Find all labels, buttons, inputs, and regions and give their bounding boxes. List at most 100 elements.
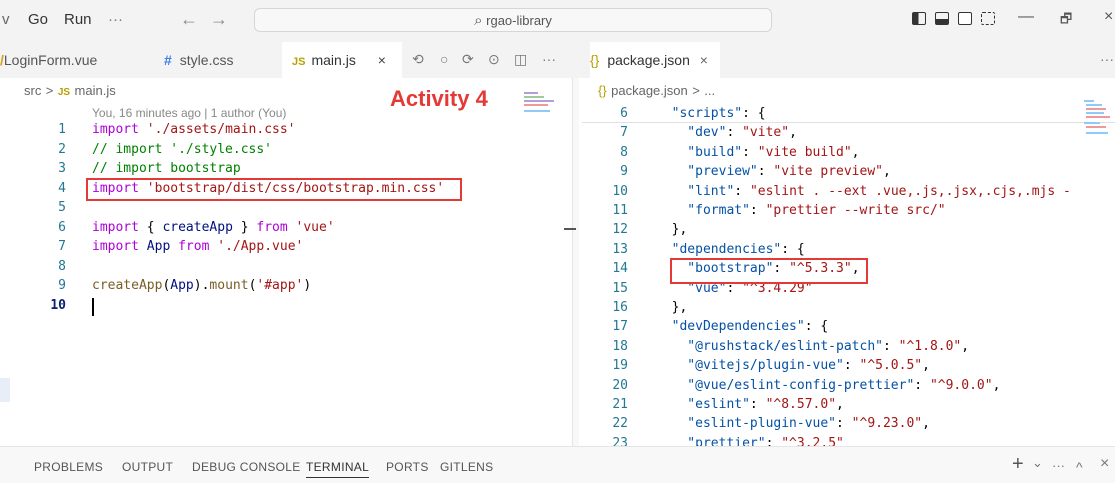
code-token: "devDependencies" xyxy=(656,319,805,335)
menu-go[interactable]: Go xyxy=(28,11,48,28)
restore-icon[interactable]: 🗗 xyxy=(1060,10,1072,32)
tab-problems[interactable]: PROBLEMS xyxy=(34,460,103,474)
customize-layout-icon[interactable] xyxy=(981,12,995,25)
code-token: "eslint" xyxy=(656,397,750,412)
tab-ports[interactable]: PORTS xyxy=(386,460,429,474)
code-token: , xyxy=(922,416,930,432)
code-line[interactable]: import './assets/main.css' xyxy=(92,122,296,137)
command-center-search[interactable]: ⌕ rgao-library xyxy=(254,8,772,32)
line-number: 15 xyxy=(612,280,628,296)
line-number: 20 xyxy=(612,377,628,393)
line-number: 11 xyxy=(612,203,628,218)
minimize-icon[interactable]: — xyxy=(1018,8,1034,26)
line-number: 8 xyxy=(620,144,628,160)
line-number: 8 xyxy=(58,258,66,274)
code-token: : xyxy=(734,183,750,199)
go-forward-icon[interactable]: ⟳ xyxy=(462,51,474,68)
code-token: "^5.0.5" xyxy=(859,358,923,374)
code-line[interactable]: "build": "vite build", xyxy=(656,144,860,160)
code-line[interactable]: "@vitejs/plugin-vue": "^5.0.5", xyxy=(656,358,930,373)
code-line[interactable]: "@rushstack/eslint-patch": "^1.8.0", xyxy=(656,339,969,354)
line-number: 4 xyxy=(58,180,66,196)
code-line[interactable]: "preview": "vite preview", xyxy=(656,164,891,179)
code-token: , xyxy=(836,397,844,412)
code-token: // import bootstrap xyxy=(92,161,241,176)
timeline-icon[interactable]: ⊙ xyxy=(488,51,500,68)
code-line[interactable]: "@vue/eslint-config-prettier": "^9.0.0", xyxy=(656,378,1000,393)
split-editor-icon[interactable]: ◫ xyxy=(514,51,527,68)
code-token: "@rushstack/eslint-patch" xyxy=(656,338,883,354)
tab-style-css[interactable]: # style.css xyxy=(164,42,284,78)
tab-label: style.css xyxy=(179,52,234,68)
editor-splitter[interactable] xyxy=(572,78,579,446)
close-tab-icon[interactable]: × xyxy=(700,52,708,68)
breadcrumb-file[interactable]: main.js xyxy=(75,83,116,98)
code-line[interactable]: import { createApp } from 'vue' xyxy=(92,220,335,235)
sash-indicator[interactable] xyxy=(564,228,576,230)
toggle-panel-icon[interactable] xyxy=(935,12,949,25)
line-number: 6 xyxy=(58,219,66,235)
code-line[interactable]: }, xyxy=(656,222,688,237)
line-number: 19 xyxy=(612,358,628,374)
code-token: , xyxy=(851,144,860,160)
codelens-blame[interactable]: You, 16 minutes ago | 1 author (You) xyxy=(92,106,286,120)
close-panel-icon[interactable]: × xyxy=(1100,455,1109,473)
highlight-box-bootstrap-dependency xyxy=(670,258,868,284)
forward-arrow-icon[interactable]: → xyxy=(210,9,228,30)
back-arrow-icon[interactable]: ← xyxy=(180,9,198,30)
close-window-icon[interactable]: × xyxy=(1104,8,1113,26)
tab-package-json[interactable]: {} package.json × xyxy=(590,42,720,78)
close-tab-icon[interactable]: × xyxy=(378,52,386,68)
code-token: "vite" xyxy=(742,125,790,141)
minimap-right[interactable] xyxy=(1080,100,1110,144)
code-line[interactable]: "dev": "vite", xyxy=(656,125,797,140)
tab-debug-console[interactable]: DEBUG CONSOLE xyxy=(192,460,301,474)
code-line[interactable]: }, xyxy=(656,300,688,315)
breadcrumb-file[interactable]: package.json xyxy=(611,83,688,98)
tab-output[interactable]: OUTPUT xyxy=(122,460,173,474)
menu-run[interactable]: Run xyxy=(64,11,92,28)
code-line[interactable]: "lint": "eslint . --ext .vue,.js,.jsx,.c… xyxy=(656,184,1071,199)
tab-gitlens[interactable]: GITLENS xyxy=(440,460,493,474)
tab-loginform[interactable]: /LoginForm.vue xyxy=(0,42,150,78)
code-line[interactable]: // import bootstrap xyxy=(92,161,241,176)
code-token: : xyxy=(882,338,899,354)
menu-view-partial[interactable]: v xyxy=(2,11,10,28)
maximize-panel-icon[interactable]: ^ xyxy=(1076,459,1083,475)
tab-main-js[interactable]: JS main.js × xyxy=(282,42,402,78)
code-line[interactable]: "eslint-plugin-vue": "^9.23.0", xyxy=(656,416,930,431)
code-line[interactable]: "devDependencies": { xyxy=(656,319,829,335)
toggle-primary-sidebar-icon[interactable] xyxy=(912,12,926,25)
code-token: "preview" xyxy=(656,164,758,180)
code-line[interactable]: import App from './App.vue' xyxy=(92,239,303,254)
new-terminal-icon[interactable]: + xyxy=(1012,453,1024,476)
activity-annotation: Activity 4 xyxy=(390,86,488,111)
code-line[interactable]: // import './style.css' xyxy=(92,142,272,157)
code-line[interactable]: "dependencies": { xyxy=(656,242,805,257)
code-token: , xyxy=(961,338,970,354)
line-number: 6 xyxy=(620,106,628,121)
breadcrumb-more[interactable]: ... xyxy=(704,83,715,98)
code-token: : { xyxy=(804,319,829,335)
go-back-icon[interactable]: ⟲ xyxy=(412,51,424,68)
breadcrumb-folder[interactable]: src xyxy=(24,83,41,98)
code-line[interactable]: "format": "prettier --write src/" xyxy=(656,203,945,218)
code-token: import xyxy=(92,239,147,254)
more-actions-icon[interactable]: ··· xyxy=(1100,51,1114,67)
circle-icon[interactable]: ○ xyxy=(440,51,448,67)
more-actions-icon[interactable]: ··· xyxy=(542,51,556,67)
code-token: './assets/main.css' xyxy=(146,122,296,137)
minimap-left[interactable] xyxy=(524,92,556,122)
code-line[interactable]: createApp(App).mount('#app') xyxy=(92,278,311,293)
search-icon: ⌕ xyxy=(474,12,483,29)
chevron-down-icon[interactable]: ⌄ xyxy=(1032,455,1043,471)
code-line[interactable]: "scripts": { xyxy=(656,106,766,121)
tab-terminal[interactable]: TERMINAL xyxy=(306,460,370,478)
menu-more[interactable]: ··· xyxy=(108,11,123,28)
code-line[interactable]: "eslint": "^8.57.0", xyxy=(656,397,844,412)
toggle-secondary-sidebar-icon[interactable] xyxy=(958,12,972,25)
line-number: 10 xyxy=(50,297,66,313)
more-actions-icon[interactable]: ··· xyxy=(1052,458,1065,473)
tab-label: main.js xyxy=(311,52,356,68)
code-token: './App.vue' xyxy=(217,239,304,254)
